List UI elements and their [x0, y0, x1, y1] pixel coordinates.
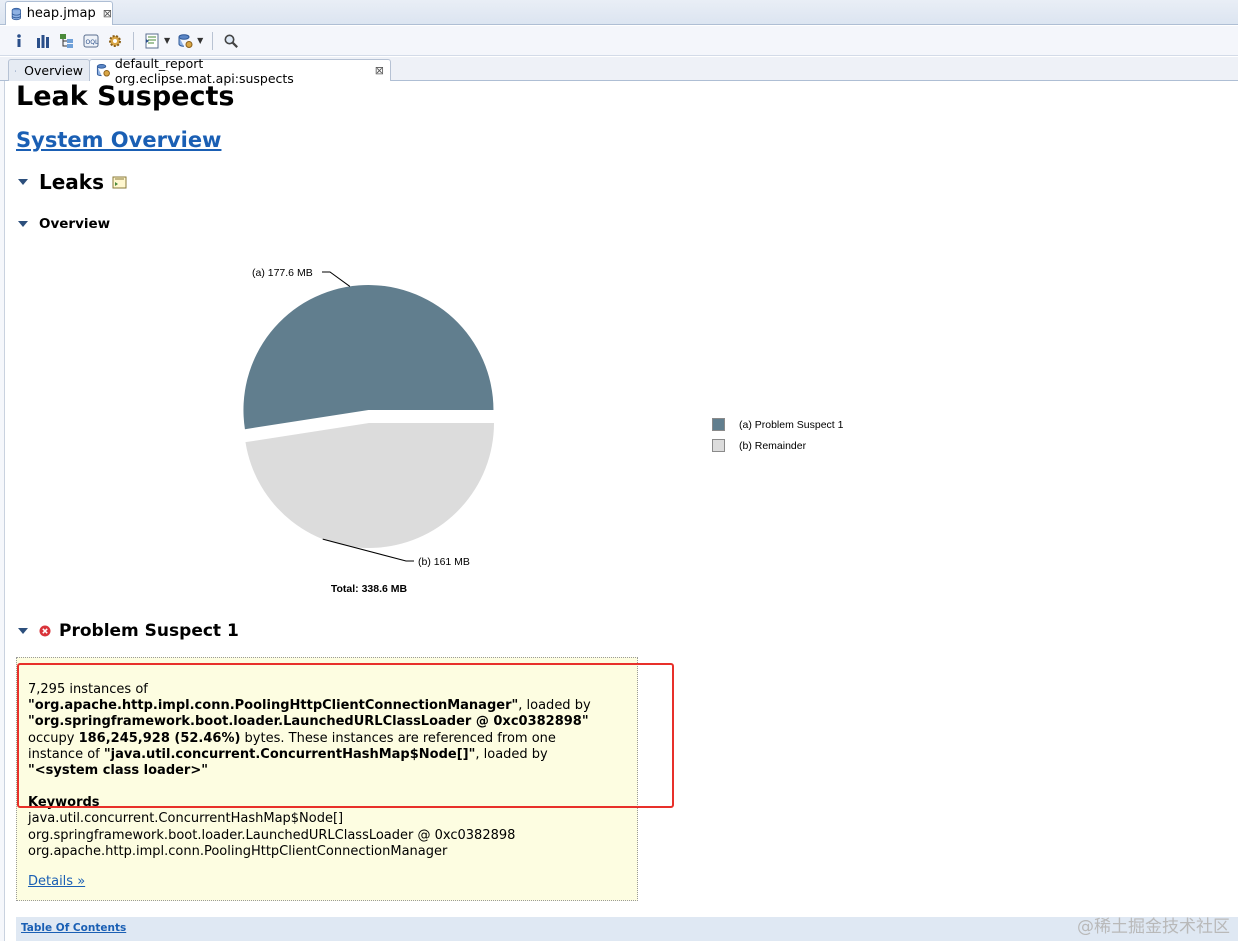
tab-overview[interactable]: Overview: [8, 59, 90, 81]
collapse-triangle-icon[interactable]: [18, 628, 28, 634]
leaks-heading: Leaks: [39, 170, 105, 194]
chart-total-label: Total: 338.6 MB: [331, 583, 408, 595]
collapse-triangle-icon[interactable]: [18, 221, 28, 227]
pie-slice-a[interactable]: [243, 285, 494, 430]
tab-suspects-report[interactable]: default_report org.eclipse.mat.api:suspe…: [89, 56, 391, 86]
slice-label-b: (b) 161 MB: [418, 556, 470, 568]
table-of-contents-link[interactable]: Table Of Contents: [21, 922, 126, 934]
dominator-tree-icon[interactable]: [58, 32, 76, 50]
suspect-heading: Problem Suspect 1: [59, 621, 239, 641]
toolbar-separator: [212, 31, 214, 50]
legend-swatch-b: [712, 439, 725, 452]
pie-slice-b[interactable]: [245, 423, 494, 548]
leader-line: [322, 271, 351, 287]
slice-label-a: (a) 177.6 MB: [252, 267, 313, 279]
heap-dump-icon: [11, 7, 21, 20]
keyword-item: org.apache.http.impl.conn.PoolingHttpCli…: [28, 843, 448, 859]
legend-swatch-a: [712, 418, 725, 431]
legend-item: (b) Remainder: [712, 435, 843, 456]
page-title: Leak Suspects: [16, 81, 235, 112]
close-icon[interactable]: ⊠: [375, 64, 384, 77]
toolbar: OQL ▼ ▼: [0, 26, 1238, 56]
keyword-item: org.springframework.boot.loader.Launched…: [28, 827, 516, 843]
table-of-contents-bar: Table Of Contents: [16, 917, 1238, 941]
info-icon[interactable]: [10, 32, 28, 50]
legend-label-a: (a) Problem Suspect 1: [739, 418, 844, 431]
report-tab-bar: Overview default_report org.eclipse.mat.…: [0, 56, 1238, 86]
histogram-icon[interactable]: [34, 32, 52, 50]
oql-icon[interactable]: OQL: [82, 32, 100, 50]
chart-legend: (a) Problem Suspect 1 (b) Remainder: [712, 414, 843, 456]
chevron-down-icon[interactable]: ▼: [197, 36, 203, 45]
editor-tab-label: heap.jmap: [26, 6, 96, 21]
chevron-down-icon[interactable]: ▼: [164, 36, 170, 45]
editor-tab-heap[interactable]: heap.jmap ⊠: [5, 1, 113, 25]
leak-pie-chart: (a) 177.6 MB (b) 161 MB Total: 338.6 MB: [243, 267, 494, 595]
report-icon[interactable]: [143, 32, 161, 50]
leaks-section-header[interactable]: Leaks: [18, 170, 127, 194]
report-db-icon: [96, 63, 110, 77]
search-icon[interactable]: [222, 32, 240, 50]
overview-heading: Overview: [39, 216, 111, 232]
watermark: @稀土掘金技术社区: [1077, 917, 1230, 937]
suspect-section-header[interactable]: Problem Suspect 1: [18, 621, 239, 641]
keyword-item: java.util.concurrent.ConcurrentHashMap$N…: [28, 811, 344, 827]
info-icon: [15, 69, 16, 72]
tab-overview-label: Overview: [24, 63, 83, 78]
error-icon: [39, 625, 51, 637]
heap-query-icon[interactable]: [176, 32, 194, 50]
left-edge-frame: [0, 81, 5, 941]
svg-text:OQL: OQL: [86, 39, 99, 46]
details-link[interactable]: Details »: [28, 874, 85, 890]
close-icon[interactable]: ⊠: [103, 7, 112, 20]
editor-tab-bar: heap.jmap ⊠: [0, 0, 1238, 25]
annotation-highlight-box: [17, 663, 674, 808]
toolbar-separator: [133, 31, 134, 50]
legend-item: (a) Problem Suspect 1: [712, 414, 843, 435]
details-page-icon[interactable]: [112, 176, 127, 189]
gear-icon[interactable]: [106, 32, 124, 50]
overview-section-header[interactable]: Overview: [18, 216, 110, 232]
legend-label-b: (b) Remainder: [739, 439, 807, 452]
system-overview-link[interactable]: System Overview: [16, 128, 221, 152]
collapse-triangle-icon[interactable]: [18, 179, 28, 185]
